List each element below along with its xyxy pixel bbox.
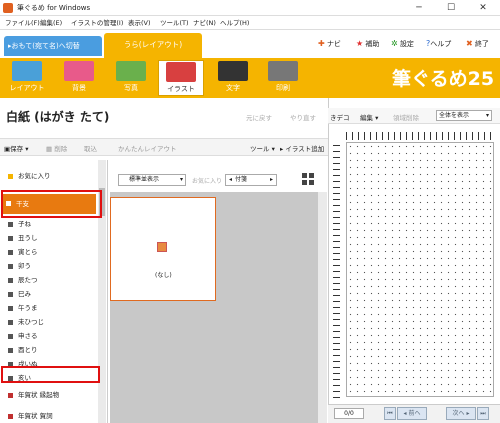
ruler-horizontal — [346, 132, 494, 140]
postcard-canvas[interactable] — [346, 142, 494, 397]
category-favorite[interactable]: お気に入り — [4, 170, 96, 183]
sort-select[interactable]: 標準並表示 ▾ — [118, 174, 186, 186]
navi-link[interactable]: ✚ ナビ — [318, 39, 341, 49]
tool-dropdown[interactable]: ツール ▾ — [250, 143, 275, 153]
tool-illust[interactable]: イラスト — [158, 60, 204, 96]
first-page-button[interactable]: ⏮ — [384, 407, 396, 420]
item-icon — [8, 306, 13, 311]
category-engimono[interactable]: 年賀状 縁起物 — [4, 389, 96, 402]
menu-navi[interactable]: ナビ(N) — [193, 17, 216, 27]
category-item[interactable]: 巳み — [4, 288, 96, 301]
grid-view-icon[interactable] — [302, 173, 314, 185]
sticky-nav[interactable]: ◂ 付箋 ▸ — [225, 174, 277, 186]
next-page-button[interactable]: 次へ ▸ — [446, 407, 476, 420]
item-icon — [8, 250, 13, 255]
tab-ura[interactable]: うら(レイアウト) — [104, 33, 202, 58]
tool-photo[interactable]: 写真 — [108, 60, 154, 96]
chevron-down-icon: ▾ — [485, 112, 489, 119]
highlight-i — [1, 366, 100, 383]
assist-icon: ★ — [356, 39, 364, 48]
window-title: 筆ぐるめ for Windows — [17, 4, 91, 12]
menu-edit[interactable]: 編集(E) — [40, 17, 62, 27]
exit-icon: ✖ — [466, 39, 473, 48]
import-button[interactable]: 取込 — [84, 143, 97, 153]
tool-text[interactable]: 文字 — [210, 60, 256, 96]
exit-link[interactable]: ✖ 終了 — [466, 39, 489, 49]
deco-tab[interactable]: きデコ — [330, 112, 350, 122]
printer-icon — [268, 61, 298, 81]
settings-link[interactable]: ✲ 設定 — [391, 39, 414, 49]
none-image-icon — [157, 242, 167, 252]
category-item[interactable]: 申さる — [4, 330, 96, 343]
category-item[interactable]: 丑うし — [4, 232, 96, 245]
folder-icon — [8, 414, 13, 419]
thumbnail-label: (なし) — [155, 272, 172, 279]
edit-dropdown[interactable]: 編集 ▾ — [360, 112, 378, 122]
prev-icon: ◂ — [229, 176, 233, 183]
tool-print[interactable]: 印刷 — [260, 60, 306, 96]
item-icon — [8, 222, 13, 227]
star-icon — [8, 174, 13, 179]
item-icon — [8, 236, 13, 241]
paper-title: 白紙 (はがき たて) — [6, 110, 110, 124]
folder-icon — [8, 393, 13, 398]
item-icon — [8, 348, 13, 353]
item-icon — [8, 292, 13, 297]
tool-background[interactable]: 背景 — [56, 60, 102, 96]
category-item[interactable]: 午うま — [4, 302, 96, 315]
ruler-vertical — [333, 140, 340, 398]
tool-layout[interactable]: レイアウト — [4, 60, 50, 96]
category-item[interactable]: 寅とら — [4, 246, 96, 259]
item-icon — [8, 334, 13, 339]
next-icon: ▸ — [269, 176, 273, 183]
redo-button[interactable]: やり直す — [290, 112, 316, 122]
navi-icon: ✚ — [318, 39, 325, 48]
close-button[interactable]: ✕ — [468, 1, 498, 15]
simple-layout-button[interactable]: かんたんレイアウト — [118, 143, 177, 153]
category-gashi[interactable]: 年賀状 賀詞 — [4, 410, 96, 423]
category-item[interactable]: 卯う — [4, 260, 96, 273]
undo-button[interactable]: 元に戻す — [246, 112, 272, 122]
item-icon — [8, 278, 13, 283]
brand-logo: 筆ぐるめ25 — [392, 68, 495, 90]
highlight-eto — [1, 190, 102, 218]
minimize-button[interactable]: ─ — [404, 1, 434, 15]
add-illust-button[interactable]: ▸ イラスト追加 — [280, 143, 324, 153]
menu-illust-manage[interactable]: イラストの管理(I) — [71, 17, 123, 27]
favorite-link[interactable]: お気に入り — [192, 176, 222, 185]
menu-tool[interactable]: ツール(T) — [160, 17, 189, 27]
photo-icon — [116, 61, 146, 81]
delete-button[interactable]: ▦ 削除 — [46, 143, 67, 153]
tab-omote[interactable]: ▸おもて(宛て名)へ切替 — [4, 36, 102, 56]
watermelon-icon — [166, 62, 196, 82]
menu-file[interactable]: ファイル(F) — [5, 17, 40, 27]
menu-help[interactable]: ヘルプ(H) — [220, 17, 249, 27]
trash-icon: ▦ — [46, 145, 53, 153]
thumbnail-scrollbar[interactable] — [318, 192, 327, 423]
background-icon — [64, 61, 94, 81]
category-item[interactable]: 辰たつ — [4, 274, 96, 287]
maximize-button[interactable]: ☐ — [436, 1, 466, 15]
assist-link[interactable]: ★ 補助 — [356, 39, 379, 49]
category-item[interactable]: 酉とり — [4, 344, 96, 357]
last-page-button[interactable]: ⏭ — [477, 407, 489, 420]
display-select[interactable]: 全体を表示 ▾ — [436, 110, 492, 121]
text-icon — [218, 61, 248, 81]
app-icon — [3, 3, 13, 13]
category-item[interactable]: 未ひつじ — [4, 316, 96, 329]
category-item[interactable]: 子ね — [4, 218, 96, 231]
page-counter: 0/0 — [334, 408, 364, 419]
item-icon — [8, 320, 13, 325]
item-icon — [8, 264, 13, 269]
area-delete-button[interactable]: 領域削除 — [393, 112, 419, 122]
gear-icon: ✲ — [391, 39, 398, 48]
prev-page-button[interactable]: ◂ 前へ — [397, 407, 427, 420]
menu-view[interactable]: 表示(V) — [128, 17, 151, 27]
layout-icon — [12, 61, 42, 81]
save-button[interactable]: ▣保存 ▾ — [4, 143, 29, 153]
plus-icon: ▸ — [280, 145, 284, 153]
chevron-down-icon: ▾ — [179, 176, 183, 183]
help-link[interactable]: ?ヘルプ — [426, 39, 451, 49]
